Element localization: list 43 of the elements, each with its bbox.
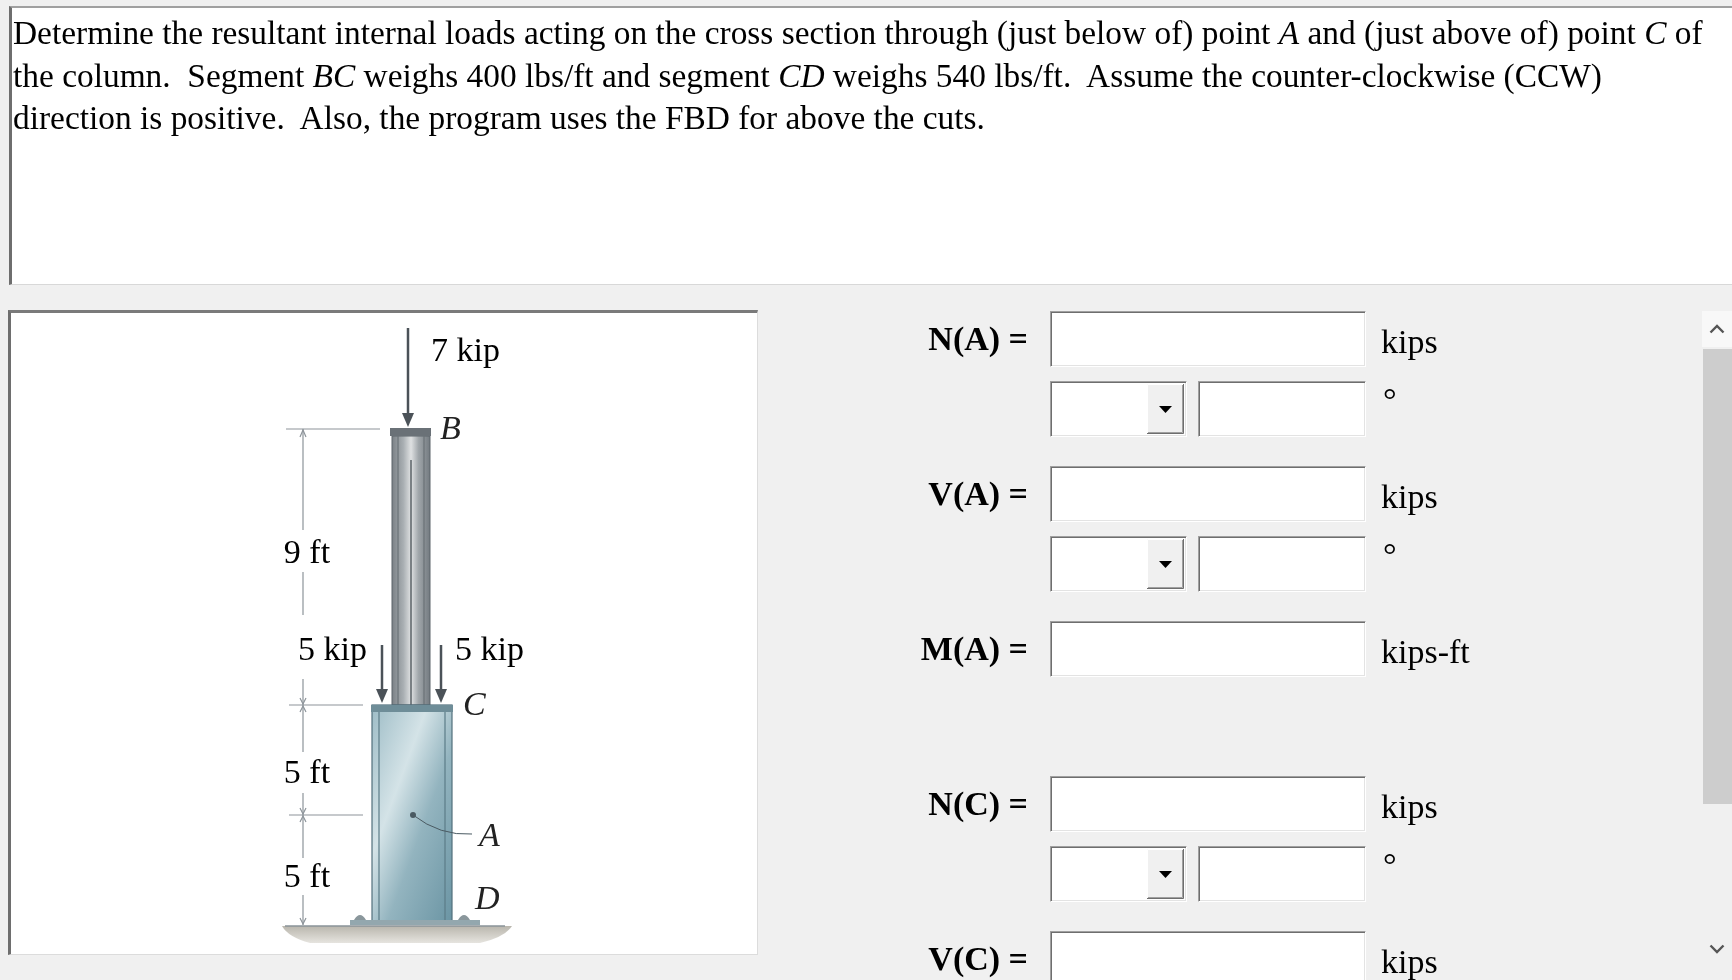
answer-label: N(C) = bbox=[928, 787, 1028, 821]
answer-field[interactable] bbox=[1050, 466, 1366, 522]
dropdown-arrow-icon[interactable] bbox=[1147, 849, 1184, 899]
answer-label: N(A) = bbox=[928, 322, 1028, 356]
direction-dropdown[interactable] bbox=[1050, 536, 1187, 592]
unit-label: kips bbox=[1381, 942, 1438, 979]
load-arrow bbox=[376, 645, 388, 703]
angle-field[interactable] bbox=[1198, 381, 1366, 437]
unit-label: kips bbox=[1381, 787, 1438, 824]
answer-label: V(C) = bbox=[928, 942, 1028, 976]
answer-field[interactable] bbox=[1050, 931, 1366, 980]
unit-label: ° bbox=[1382, 381, 1397, 417]
point-label: C bbox=[463, 685, 486, 722]
answer-field[interactable] bbox=[1050, 776, 1366, 832]
unit-label: kips bbox=[1381, 322, 1438, 359]
point-label: D bbox=[475, 879, 500, 916]
dimension-label: 5 ft bbox=[283, 857, 331, 894]
angle-field[interactable] bbox=[1198, 846, 1366, 902]
direction-dropdown[interactable] bbox=[1050, 846, 1187, 902]
load-label: 5 kip bbox=[455, 630, 524, 667]
answer-field[interactable] bbox=[1050, 621, 1366, 677]
load-label: 7 kip bbox=[431, 331, 500, 368]
unit-label: ° bbox=[1382, 846, 1397, 882]
point-label: A bbox=[479, 816, 500, 853]
dimension-label: 5 ft bbox=[283, 753, 331, 790]
scrollbar-thumb[interactable] bbox=[1703, 349, 1732, 804]
dimension-label: 9 ft bbox=[283, 533, 331, 570]
answer-label: M(A) = bbox=[920, 632, 1028, 666]
unit-label: kips bbox=[1381, 477, 1438, 514]
point-label: B bbox=[440, 409, 461, 446]
answer-field[interactable] bbox=[1050, 311, 1366, 367]
unit-label: ° bbox=[1382, 536, 1397, 572]
load-arrow bbox=[435, 645, 447, 703]
direction-dropdown[interactable] bbox=[1050, 381, 1187, 437]
problem-statement: Determine the resultant internal loads acting on the cross section through (just below of) point A and (just above of) point C of the column. Segment BC weighs 400 lbs/ft and segment CD weighs 540 lbs/ft. Assume the counter-clockwise (CCW) direction is positive. Also, the program uses the FBD for above the cuts. bbox=[13, 13, 1704, 138]
unit-label: kips-ft bbox=[1381, 632, 1470, 669]
dropdown-arrow-icon[interactable] bbox=[1147, 539, 1184, 589]
load-label: 5 kip bbox=[298, 630, 367, 667]
answer-label: V(A) = bbox=[928, 477, 1028, 511]
chevron-down-icon[interactable] bbox=[1709, 944, 1725, 954]
dropdown-arrow-icon[interactable] bbox=[1147, 384, 1184, 434]
angle-field[interactable] bbox=[1198, 536, 1366, 592]
chevron-up-icon[interactable] bbox=[1709, 324, 1725, 334]
